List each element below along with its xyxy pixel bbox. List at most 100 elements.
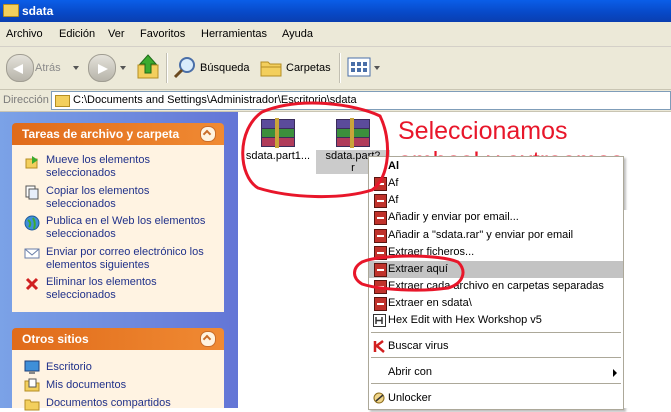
email-icon [24, 248, 40, 259]
menu-edicion[interactable]: Edición [59, 28, 95, 40]
views-dropdown-icon[interactable] [374, 66, 380, 70]
context-menu-item[interactable]: Al [369, 158, 623, 175]
forward-dropdown-icon[interactable] [120, 66, 126, 70]
address-path[interactable]: C:\Documents and Settings\Administrador\… [73, 94, 357, 106]
toolbar-separator [339, 53, 341, 83]
context-menu: Al Af Af Añadir y enviar por email... Añ… [368, 156, 624, 410]
search-icon[interactable] [172, 55, 198, 81]
views-icon[interactable] [347, 57, 371, 77]
tasks-panel-header[interactable]: Tareas de archivo y carpeta [12, 123, 224, 145]
file-name-line2: r [351, 162, 355, 174]
tasks-panel-title: Tareas de archivo y carpeta [22, 127, 180, 141]
task-pane: Tareas de archivo y carpeta Mueve los el… [0, 112, 238, 411]
menu-item-label: Buscar virus [388, 340, 449, 352]
menu-add-send-email[interactable]: Añadir y enviar por email... [369, 209, 623, 226]
menu-item-label: Añadir a "sdata.rar" y enviar por email [388, 229, 574, 241]
other-places-title: Otros sitios [22, 332, 89, 346]
task-publish-web[interactable]: Publica en el Web los elementos seleccio… [46, 215, 216, 241]
winrar-icon [374, 297, 387, 311]
context-menu-item[interactable]: Af [369, 175, 623, 192]
move-icon [25, 156, 38, 169]
menu-open-with[interactable]: Abrir con [369, 364, 623, 381]
window-titlebar: sdata [0, 0, 671, 22]
menu-favoritos[interactable]: Favoritos [140, 28, 185, 40]
menu-item-label: Extraer en sdata\ [388, 297, 472, 309]
menu-item-label: Extraer cada archivo en carpetas separad… [388, 280, 604, 292]
menu-separator [371, 357, 621, 358]
desktop-icon [24, 360, 40, 374]
menu-ver[interactable]: Ver [108, 28, 125, 40]
winrar-icon [374, 177, 387, 191]
unlocker-icon [373, 392, 385, 404]
menu-extract-here[interactable]: Extraer aquí [369, 261, 623, 278]
menu-bar: Archivo Edición Ver Favoritos Herramient… [0, 22, 671, 47]
back-button-label[interactable]: Atrás [35, 62, 61, 74]
menu-item-label: Extraer ficheros... [388, 246, 475, 258]
menu-item-label: Hex Edit with Hex Workshop v5 [388, 314, 542, 326]
folders-icon[interactable] [259, 56, 283, 78]
menu-extract-separate-folders[interactable]: Extraer cada archivo en carpetas separad… [369, 278, 623, 295]
hex-workshop-icon [373, 314, 386, 327]
menu-item-label: Añadir y enviar por email... [388, 211, 519, 223]
collapse-chevron-icon[interactable] [200, 331, 216, 347]
address-bar: Dirección C:\Documents and Settings\Admi… [0, 90, 671, 112]
folder-icon [55, 95, 70, 107]
winrar-archive-icon [336, 118, 370, 149]
task-delete[interactable]: Eliminar los elementos seleccionados [46, 276, 216, 302]
address-field[interactable]: C:\Documents and Settings\Administrador\… [51, 91, 671, 110]
menu-scan-virus[interactable]: Buscar virus [369, 338, 623, 355]
menu-item-label: Af [388, 177, 399, 189]
menu-separator [371, 383, 621, 384]
menu-item-label: Abrir con [388, 366, 433, 378]
place-shared-documents[interactable]: Documentos compartidos [46, 397, 216, 410]
submenu-arrow-icon [613, 369, 617, 377]
menu-herramientas[interactable]: Herramientas [201, 28, 267, 40]
menu-extract-to-folder[interactable]: Extraer en sdata\ [369, 295, 623, 312]
place-desktop[interactable]: Escritorio [46, 361, 216, 374]
winrar-icon [374, 246, 387, 260]
file-name[interactable]: sdata.part1... [241, 150, 315, 162]
other-places-body: Escritorio Mis documentos Documentos com… [12, 350, 224, 411]
globe-icon [24, 215, 40, 231]
kaspersky-icon [373, 340, 385, 353]
winrar-archive-icon [261, 118, 295, 149]
menu-ayuda[interactable]: Ayuda [282, 28, 313, 40]
up-folder-icon[interactable] [136, 53, 162, 81]
toolbar-separator [166, 53, 168, 83]
menu-item-label: Unlocker [388, 392, 432, 404]
toolbar: Atrás Búsqueda Carpetas [0, 47, 671, 90]
forward-arrow-icon[interactable] [88, 54, 116, 82]
menu-separator [371, 332, 621, 333]
menu-hex-edit[interactable]: Hex Edit with Hex Workshop v5 [369, 312, 623, 329]
task-copy[interactable]: Copiar los elementos seleccionados [46, 185, 216, 211]
search-button-label[interactable]: Búsqueda [200, 62, 250, 74]
delete-icon [25, 277, 39, 291]
menu-unlocker[interactable]: Unlocker [369, 390, 623, 407]
menu-item-label: Al [388, 160, 399, 172]
content-right-area [624, 210, 671, 408]
address-label: Dirección [3, 94, 49, 106]
winrar-icon [374, 194, 387, 208]
folder-icon [3, 4, 19, 17]
collapse-chevron-icon[interactable] [200, 126, 216, 142]
winrar-icon [374, 211, 387, 225]
context-menu-item[interactable]: Af [369, 192, 623, 209]
winrar-icon [374, 263, 387, 277]
my-documents-icon [24, 378, 40, 392]
back-dropdown-icon[interactable] [73, 66, 79, 70]
folders-button-label[interactable]: Carpetas [286, 62, 331, 74]
menu-archivo[interactable]: Archivo [6, 28, 43, 40]
winrar-icon [374, 280, 387, 294]
menu-extract-files[interactable]: Extraer ficheros... [369, 244, 623, 261]
annotation-line1: Seleccionamos [398, 117, 568, 145]
menu-add-rar-send-email[interactable]: Añadir a "sdata.rar" y enviar por email [369, 227, 623, 244]
tasks-panel-body: Mueve los elementos seleccionados Copiar… [12, 145, 224, 312]
task-move[interactable]: Mueve los elementos seleccionados [46, 154, 216, 180]
other-places-header[interactable]: Otros sitios [12, 328, 224, 350]
window-title: sdata [22, 4, 54, 18]
menu-item-label: Extraer aquí [388, 263, 448, 275]
shared-documents-icon [24, 399, 40, 411]
back-arrow-icon[interactable] [6, 54, 34, 82]
place-my-documents[interactable]: Mis documentos [46, 379, 216, 392]
task-email[interactable]: Enviar por correo electrónico los elemen… [46, 246, 216, 272]
